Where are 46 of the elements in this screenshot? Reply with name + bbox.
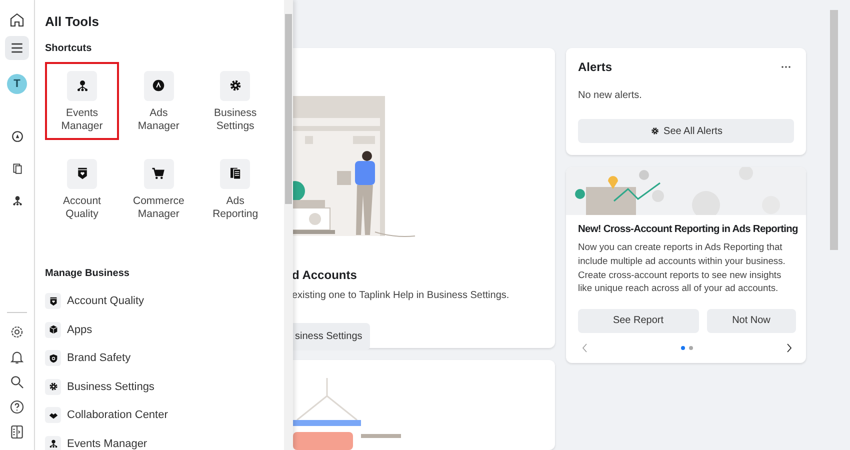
not-now-button[interactable]: Not Now xyxy=(706,308,796,333)
scrollbar[interactable] xyxy=(830,10,838,250)
card-text: Now you can create reports in Ads Reporting that include multiple ad accounts within your business. Create cross-account reports to see new insights like unique reach across all of your ad accounts. xyxy=(578,240,786,295)
page-dot[interactable] xyxy=(681,346,685,350)
alerts-button[interactable]: See All Alerts xyxy=(578,119,794,143)
rail-button[interactable] xyxy=(5,36,29,60)
cart-icon xyxy=(151,166,166,182)
menu-item[interactable]: Business Settings xyxy=(45,372,275,402)
home-icon xyxy=(9,12,25,28)
shortcut-tile[interactable]: Account Quality xyxy=(45,150,119,228)
card-title: New! Cross-Account Reporting in Ads Reporting xyxy=(578,223,798,237)
search-icon xyxy=(9,374,25,390)
settings-icon xyxy=(9,324,25,340)
card-title: Alerts xyxy=(578,59,612,76)
shortcut-tile[interactable]: Ads Reporting xyxy=(198,150,272,228)
settings-icon xyxy=(650,126,660,136)
menu-item[interactable]: Events Manager xyxy=(45,430,275,450)
menu-item[interactable]: Collaboration Center xyxy=(45,401,275,430)
panel-icon xyxy=(9,424,25,440)
card-text: No new alerts. xyxy=(578,89,643,103)
documents-icon xyxy=(228,166,243,182)
avatar[interactable]: T xyxy=(7,74,27,94)
shortcut-tile[interactable]: Business Settings xyxy=(198,62,272,140)
shortcut-tile[interactable]: Events Manager xyxy=(45,62,119,140)
page-dot[interactable] xyxy=(689,346,693,350)
help-icon xyxy=(9,398,25,414)
settings-icon xyxy=(48,381,58,392)
shield-icon xyxy=(48,352,58,364)
drawer-title: All Tools xyxy=(45,13,100,31)
section-heading: Shortcuts xyxy=(45,42,93,56)
menu-item[interactable]: Account Quality xyxy=(45,287,275,316)
card-text: existing one to Taplink Help in Business Settings. xyxy=(292,289,510,303)
shortcut-tile[interactable]: Commerce Manager xyxy=(122,150,196,228)
see-report-button[interactable]: See Report xyxy=(578,308,698,333)
scrollbar[interactable] xyxy=(284,0,293,450)
pages-icon xyxy=(10,162,24,174)
network-icon xyxy=(74,78,90,93)
shortcut-tile[interactable]: Ads Manager xyxy=(122,62,196,140)
cube-icon xyxy=(48,324,58,336)
compass-icon xyxy=(10,130,24,142)
network-icon xyxy=(10,194,24,206)
compass-icon xyxy=(151,78,166,93)
section-heading: Manage Business xyxy=(45,267,130,282)
settings-icon xyxy=(228,78,243,93)
shield-heart-icon xyxy=(48,296,58,307)
network-icon xyxy=(48,438,58,450)
